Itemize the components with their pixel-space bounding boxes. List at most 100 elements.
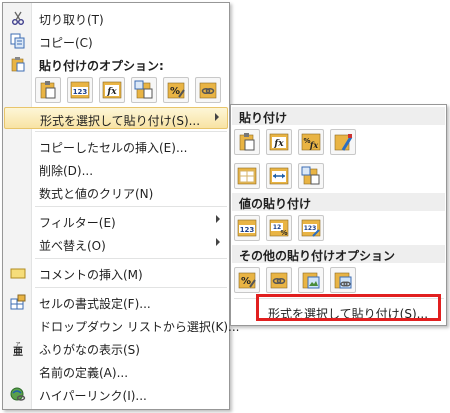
copy-item[interactable]: コピー(C): [4, 30, 228, 52]
paste-transpose-icon: [301, 166, 320, 185]
hyperlink-item[interactable]: ハイパーリンク(I)...: [4, 383, 228, 405]
paste-values-icon: 123: [70, 81, 90, 99]
svg-text:123: 123: [73, 88, 88, 96]
paste-formatting-button[interactable]: %: [234, 267, 260, 293]
paste-formatting-icon: %: [238, 272, 256, 289]
paste-values-button[interactable]: 123: [234, 215, 260, 241]
insert-comment-item[interactable]: コメントの挿入(M): [4, 262, 228, 284]
other-paste-row: %: [234, 267, 444, 295]
submenu-arrow-icon: [216, 238, 220, 246]
paste-special-item[interactable]: 形式を選択して貼り付け(S)...: [4, 107, 228, 129]
divider: [35, 206, 227, 207]
svg-text:%: %: [170, 86, 180, 97]
paste-section-label: 貼り付け: [239, 111, 288, 125]
divider: [35, 131, 227, 132]
context-menu: 切り取り(T) コピー(C) 貼り付けのオプション: 123 fx % 形式を選…: [2, 2, 240, 410]
paste-icons-row-2: [234, 163, 444, 191]
define-name-item[interactable]: 名前の定義(A)...: [4, 360, 228, 382]
paste-values-section-header: 値の貼り付け: [232, 193, 445, 211]
svg-text:%: %: [280, 229, 287, 237]
paste-transpose-button[interactable]: [298, 163, 324, 189]
insert-copied-cells-item[interactable]: コピーしたセルの挿入(E)...: [4, 135, 228, 157]
paste-values-section-label: 値の貼り付け: [239, 197, 312, 211]
pick-from-dropdown-item[interactable]: ドロップダウン リストから選択(K)...: [4, 314, 240, 336]
cut-item[interactable]: 切り取り(T): [4, 7, 228, 29]
paste-link-icon: [270, 272, 288, 289]
highlight-annotation: [256, 294, 441, 321]
paste-values-row: 123 12% 123: [234, 215, 444, 243]
paste-icon: [239, 133, 255, 151]
format-cells-label: セルの書式設定(F)...: [39, 297, 151, 311]
insert-comment-label: コメントの挿入(M): [39, 268, 143, 282]
paste-options-label: 貼り付けのオプション:: [39, 59, 164, 73]
svg-text:fx: fx: [273, 139, 284, 149]
paste-picture-button[interactable]: [298, 267, 324, 293]
hyperlink-icon: [10, 386, 26, 402]
paste-linked-picture-button[interactable]: [330, 267, 356, 293]
delete-label: 削除(D)...: [39, 164, 94, 178]
svg-text:fx: fx: [106, 87, 117, 97]
paste-formulas-button[interactable]: fx: [266, 129, 292, 155]
paste-values-button[interactable]: 123: [67, 77, 93, 103]
clear-contents-item[interactable]: 数式と値のクリア(N): [4, 181, 228, 203]
insert-copied-cells-label: コピーしたセルの挿入(E)...: [39, 141, 188, 155]
comment-icon: [10, 265, 26, 281]
paste-link-icon: [199, 82, 217, 99]
paste-picture-icon: [302, 272, 320, 289]
hyperlink-label: ハイパーリンク(I)...: [39, 389, 147, 403]
pick-from-dropdown-label: ドロップダウン リストから選択(K)...: [39, 320, 240, 334]
paste-no-borders-button[interactable]: [234, 163, 260, 189]
paste-values-source-formatting-icon: 123: [301, 219, 321, 237]
show-phonetic-item[interactable]: ア亜 ふりがなの表示(S): [4, 337, 228, 359]
clear-contents-label: 数式と値のクリア(N): [39, 187, 154, 201]
paste-keep-source-formatting-icon: [334, 134, 353, 151]
paste-formulas-icon: fx: [269, 133, 289, 151]
paste-formatting-button[interactable]: %: [163, 77, 189, 103]
paste-values-number-format-button[interactable]: 12%: [266, 215, 292, 241]
paste-button[interactable]: [35, 77, 61, 103]
sort-item[interactable]: 並べ替え(O): [4, 233, 228, 255]
paste-values-number-format-icon: 12%: [269, 219, 289, 237]
paste-button[interactable]: [234, 129, 260, 155]
svg-text:%: %: [241, 276, 251, 287]
paste-formulas-button[interactable]: fx: [99, 77, 125, 103]
delete-item[interactable]: 削除(D)...: [4, 158, 228, 180]
copy-label: コピー(C): [39, 36, 93, 50]
paste-special-label: 形式を選択して貼り付け(S)...: [40, 114, 201, 128]
filter-label: フィルター(E): [39, 216, 116, 230]
copy-icon: [10, 33, 26, 49]
paste-values-source-formatting-button[interactable]: 123: [298, 215, 324, 241]
paste-section-header: 貼り付け: [232, 107, 445, 125]
paste-icons-row-1: fx % fx: [234, 129, 444, 157]
paste-options-header: 貼り付けのオプション:: [4, 53, 228, 75]
clipboard-icon: [10, 56, 26, 72]
svg-text:亜: 亜: [13, 346, 23, 356]
paste-keep-source-formatting-button[interactable]: [330, 129, 356, 155]
paste-no-borders-icon: [237, 167, 257, 185]
paste-formulas-number-format-button[interactable]: % fx: [298, 129, 324, 155]
filter-item[interactable]: フィルター(E): [4, 210, 228, 232]
phonetic-icon: ア亜: [10, 340, 26, 358]
paste-formulas-icon: fx: [102, 81, 122, 99]
define-name-label: 名前の定義(A)...: [39, 366, 129, 380]
submenu-arrow-icon: [216, 215, 220, 223]
submenu-arrow-icon: [215, 113, 219, 121]
paste-options-row: 123 fx %: [35, 77, 225, 105]
sort-label: 並べ替え(O): [39, 239, 106, 253]
paste-icon: [40, 81, 56, 99]
paste-link-button[interactable]: [266, 267, 292, 293]
paste-transpose-button[interactable]: [131, 77, 157, 103]
format-cells-item[interactable]: セルの書式設定(F)...: [4, 291, 228, 313]
paste-formulas-number-format-icon: % fx: [301, 133, 321, 151]
other-paste-section-label: その他の貼り付けオプション: [239, 249, 396, 263]
paste-link-button[interactable]: [195, 77, 221, 103]
svg-text:fx: fx: [309, 140, 318, 150]
show-phonetic-label: ふりがなの表示(S): [39, 343, 140, 357]
paste-keep-column-widths-button[interactable]: [266, 163, 292, 189]
paste-special-submenu: 貼り付け fx % fx 値の貼り付け 123 12 % 123 その他の貼り付…: [230, 104, 447, 326]
divider: [35, 258, 227, 259]
cut-label: 切り取り(T): [39, 13, 104, 27]
format-cells-icon: [10, 294, 26, 310]
svg-text:123: 123: [240, 226, 255, 234]
scissors-icon: [10, 10, 26, 26]
